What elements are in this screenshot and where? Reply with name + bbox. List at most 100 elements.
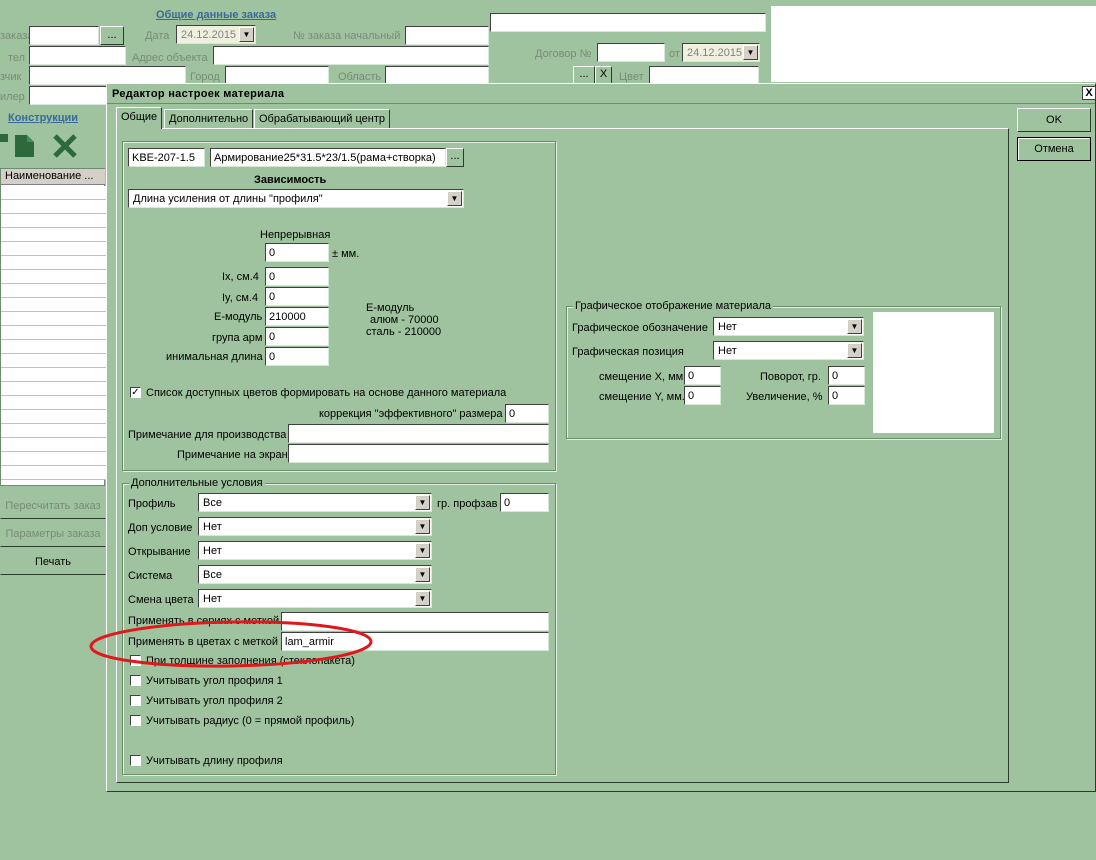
scale-label: Увеличение, % <box>746 391 823 403</box>
minlen-field[interactable]: 0 <box>265 347 329 366</box>
edit-document-icon[interactable] <box>14 134 36 158</box>
label-region: Область <box>338 71 382 83</box>
order-date-field[interactable]: 24.12.2015 ▼ <box>176 25 256 44</box>
chevron-down-icon: ▼ <box>447 191 462 206</box>
colorchange-select[interactable]: Нет ▼ <box>198 589 432 608</box>
table-row[interactable] <box>1 214 106 228</box>
contract-field[interactable] <box>597 43 665 62</box>
table-row[interactable] <box>1 396 106 410</box>
graph-pos-value: Нет <box>718 345 737 357</box>
table-row[interactable] <box>1 466 106 480</box>
delete-icon[interactable] <box>52 133 78 159</box>
tab-general[interactable]: Общие <box>116 107 163 129</box>
table-row[interactable] <box>1 312 106 326</box>
print-button[interactable]: Печать <box>0 550 106 575</box>
table-row[interactable] <box>1 354 106 368</box>
addcond-label: Доп условие <box>128 522 193 534</box>
radius-checkbox[interactable] <box>130 715 141 726</box>
label-address: Адрес объекта <box>132 52 208 64</box>
cancel-button[interactable]: Отмена <box>1017 137 1091 161</box>
table-row[interactable] <box>1 242 106 256</box>
order-browse-button[interactable]: ... <box>100 26 124 45</box>
dealer-field[interactable] <box>29 86 109 105</box>
profgroup-field[interactable]: 0 <box>500 493 549 512</box>
table-row[interactable] <box>1 284 106 298</box>
length-checkbox-label: Учитывать длину профиля <box>146 755 283 767</box>
shift-x-label: смещение X, мм. <box>599 371 687 383</box>
iy-label: Iy, см.4 <box>222 292 259 304</box>
table-row[interactable] <box>1 410 106 424</box>
table-row[interactable] <box>1 270 106 284</box>
table-row[interactable] <box>1 424 106 438</box>
iy-field[interactable]: 0 <box>265 287 329 306</box>
table-row[interactable] <box>1 298 106 312</box>
angle2-checkbox[interactable] <box>130 695 141 706</box>
note-screen-field[interactable] <box>288 444 549 463</box>
dependency-title: Зависимость <box>254 174 327 186</box>
order-number-field[interactable] <box>29 26 99 45</box>
shift-y-label: смещение Y, мм. <box>599 391 685 403</box>
dependency-select[interactable]: Длина усиления от длины "профиля" ▼ <box>128 189 464 208</box>
top-right-field[interactable] <box>490 13 766 32</box>
material-name-field[interactable]: Армирование25*31.5*23/1.5(рама+створка) <box>210 148 446 167</box>
add-icon[interactable] <box>0 134 8 142</box>
order-params-button[interactable]: Параметры заказа <box>0 522 106 547</box>
pm-mm-label: ± мм. <box>332 248 360 260</box>
colors-checkbox[interactable]: ✓ <box>130 387 141 398</box>
table-row[interactable] <box>1 186 106 200</box>
color-clear-button[interactable]: X <box>595 66 612 84</box>
shift-y-field[interactable]: 0 <box>684 386 721 405</box>
phone-field[interactable] <box>29 46 126 65</box>
material-browse-button[interactable]: ... <box>446 148 464 167</box>
radius-checkbox-label: Учитывать радиус (0 = прямой профиль) <box>146 715 355 727</box>
angle2-checkbox-label: Учитывать угол профиля 2 <box>146 695 283 707</box>
recalc-order-button[interactable]: Пересчитать заказ <box>0 494 106 519</box>
color-browse-button[interactable]: ... <box>573 66 595 84</box>
table-row[interactable] <box>1 382 106 396</box>
graph-pos-select[interactable]: Нет ▼ <box>713 341 864 360</box>
table-row[interactable] <box>1 368 106 382</box>
addcond-select[interactable]: Нет ▼ <box>198 517 432 536</box>
shift-x-field[interactable]: 0 <box>684 366 721 385</box>
system-select[interactable]: Все ▼ <box>198 565 432 584</box>
opening-select[interactable]: Нет ▼ <box>198 541 432 560</box>
tab-cnc[interactable]: Обрабатывающий центр <box>254 109 390 129</box>
contract-date-field[interactable]: 24.12.2015 ▼ <box>682 43 760 62</box>
table-row[interactable] <box>1 228 106 242</box>
scale-field[interactable]: 0 <box>828 386 865 405</box>
system-value: Все <box>203 569 222 581</box>
note-prod-field[interactable] <box>288 424 549 443</box>
article-field[interactable]: KBE-207-1.5 <box>128 148 205 167</box>
profile-select[interactable]: Все ▼ <box>198 493 432 512</box>
angle1-checkbox[interactable] <box>130 675 141 686</box>
chevron-down-icon: ▼ <box>743 45 758 60</box>
emod-note-3: сталь - 210000 <box>366 326 442 338</box>
label-city: Город <box>190 71 220 83</box>
dialog-titlebar[interactable]: Редактор настроек материала X <box>107 84 1096 104</box>
ix-field[interactable]: 0 <box>265 267 329 286</box>
continuous-field[interactable]: 0 <box>265 243 329 262</box>
table-row[interactable] <box>1 326 106 340</box>
graph-sym-select[interactable]: Нет ▼ <box>713 317 864 336</box>
ok-button[interactable]: OK <box>1017 108 1091 132</box>
constructions-grid[interactable]: Наименование ... <box>0 168 106 486</box>
colors-checkbox-label: Список доступных цветов формировать на о… <box>146 387 507 399</box>
rotate-field[interactable]: 0 <box>828 366 865 385</box>
table-row[interactable] <box>1 200 106 214</box>
group-field[interactable]: 0 <box>265 327 329 346</box>
label-from: от <box>669 48 680 60</box>
address-field[interactable] <box>213 46 489 65</box>
tab-additional[interactable]: Дополнительно <box>164 109 254 129</box>
correction-field[interactable]: 0 <box>505 404 549 423</box>
table-row[interactable] <box>1 438 106 452</box>
emod-field[interactable]: 210000 <box>265 307 329 326</box>
table-row[interactable] <box>1 256 106 270</box>
ix-label: Ix, см.4 <box>222 271 259 283</box>
table-row[interactable] <box>1 452 106 466</box>
order-start-field[interactable] <box>405 26 489 45</box>
table-row[interactable] <box>1 340 106 354</box>
length-checkbox[interactable] <box>130 755 141 766</box>
colorchange-label: Смена цвета <box>128 594 194 606</box>
close-icon[interactable]: X <box>1082 86 1096 100</box>
grid-header[interactable]: Наименование ... <box>1 169 105 185</box>
